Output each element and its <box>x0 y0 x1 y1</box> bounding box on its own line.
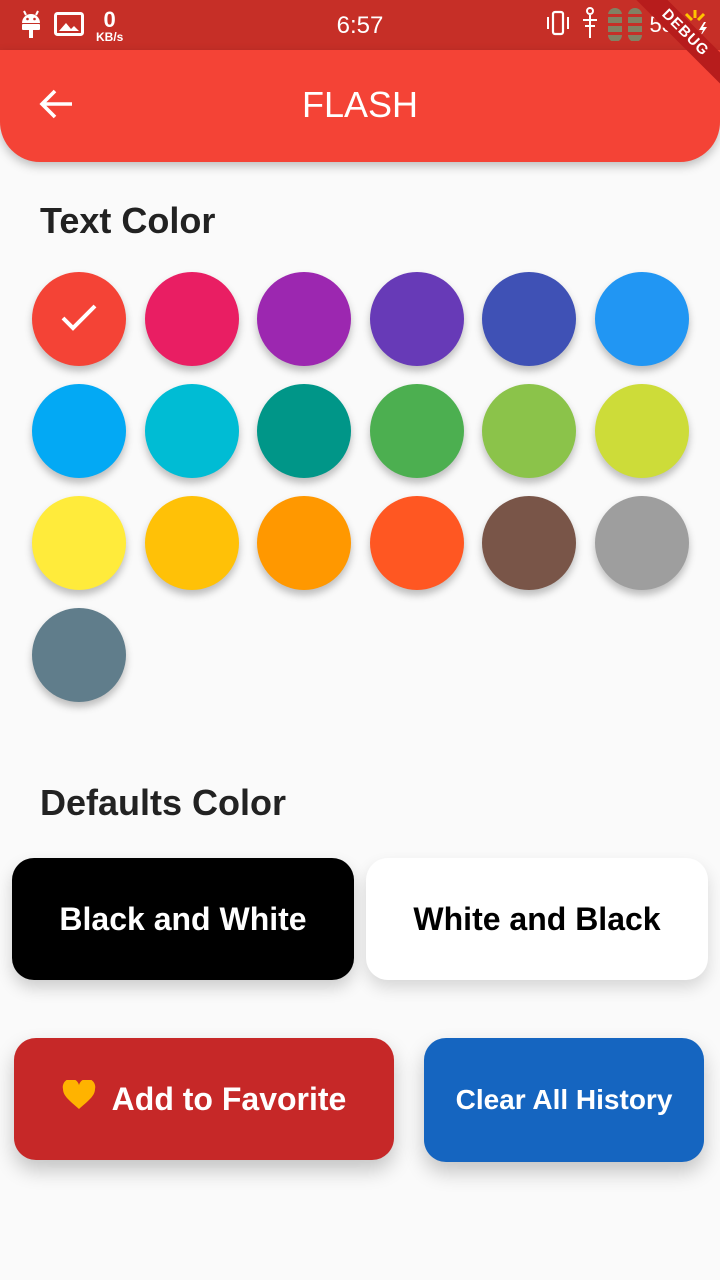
color-swatch[interactable] <box>594 496 689 590</box>
vibrate-icon <box>544 10 572 41</box>
color-swatch[interactable] <box>369 272 464 366</box>
text-color-heading: Text Color <box>40 200 216 241</box>
heart-icon <box>62 1078 96 1118</box>
color-swatch[interactable] <box>144 272 239 366</box>
color-swatch[interactable] <box>257 272 352 366</box>
color-swatch[interactable] <box>482 496 577 590</box>
white-and-black-button[interactable]: White and Black <box>366 858 708 980</box>
color-swatch-grid <box>32 272 692 702</box>
color-swatch[interactable] <box>482 272 577 366</box>
add-to-favorite-label: Add to Favorite <box>111 1080 347 1117</box>
check-icon <box>59 301 99 338</box>
color-swatch[interactable] <box>32 272 126 366</box>
color-swatch[interactable] <box>257 384 352 478</box>
app-bar: FLASH <box>0 50 720 162</box>
color-swatch[interactable] <box>32 608 126 702</box>
white-and-black-label: White and Black <box>413 900 661 937</box>
status-bar: 0 KB/s 6:57 53 <box>0 0 720 50</box>
clear-all-history-label: Clear All History <box>455 1084 673 1115</box>
color-swatch[interactable] <box>144 496 239 590</box>
signal-strength-icon <box>607 8 642 42</box>
color-swatch[interactable] <box>144 384 239 478</box>
color-swatch[interactable] <box>32 496 126 590</box>
page-title: FLASH <box>301 84 419 125</box>
signal-icon <box>580 6 600 45</box>
clear-all-history-button[interactable]: Clear All History <box>424 1038 704 1162</box>
color-swatch[interactable] <box>257 496 352 590</box>
black-and-white-label: Black and White <box>59 900 307 937</box>
black-and-white-button[interactable]: Black and White <box>12 858 354 980</box>
color-swatch[interactable] <box>369 496 464 590</box>
color-swatch[interactable] <box>32 384 126 478</box>
color-swatch[interactable] <box>594 272 689 366</box>
defaults-color-heading: Defaults Color <box>40 782 287 823</box>
color-swatch[interactable] <box>594 384 689 478</box>
color-swatch[interactable] <box>482 384 577 478</box>
color-swatch[interactable] <box>369 384 464 478</box>
add-to-favorite-button[interactable]: Add to Favorite <box>14 1038 394 1160</box>
